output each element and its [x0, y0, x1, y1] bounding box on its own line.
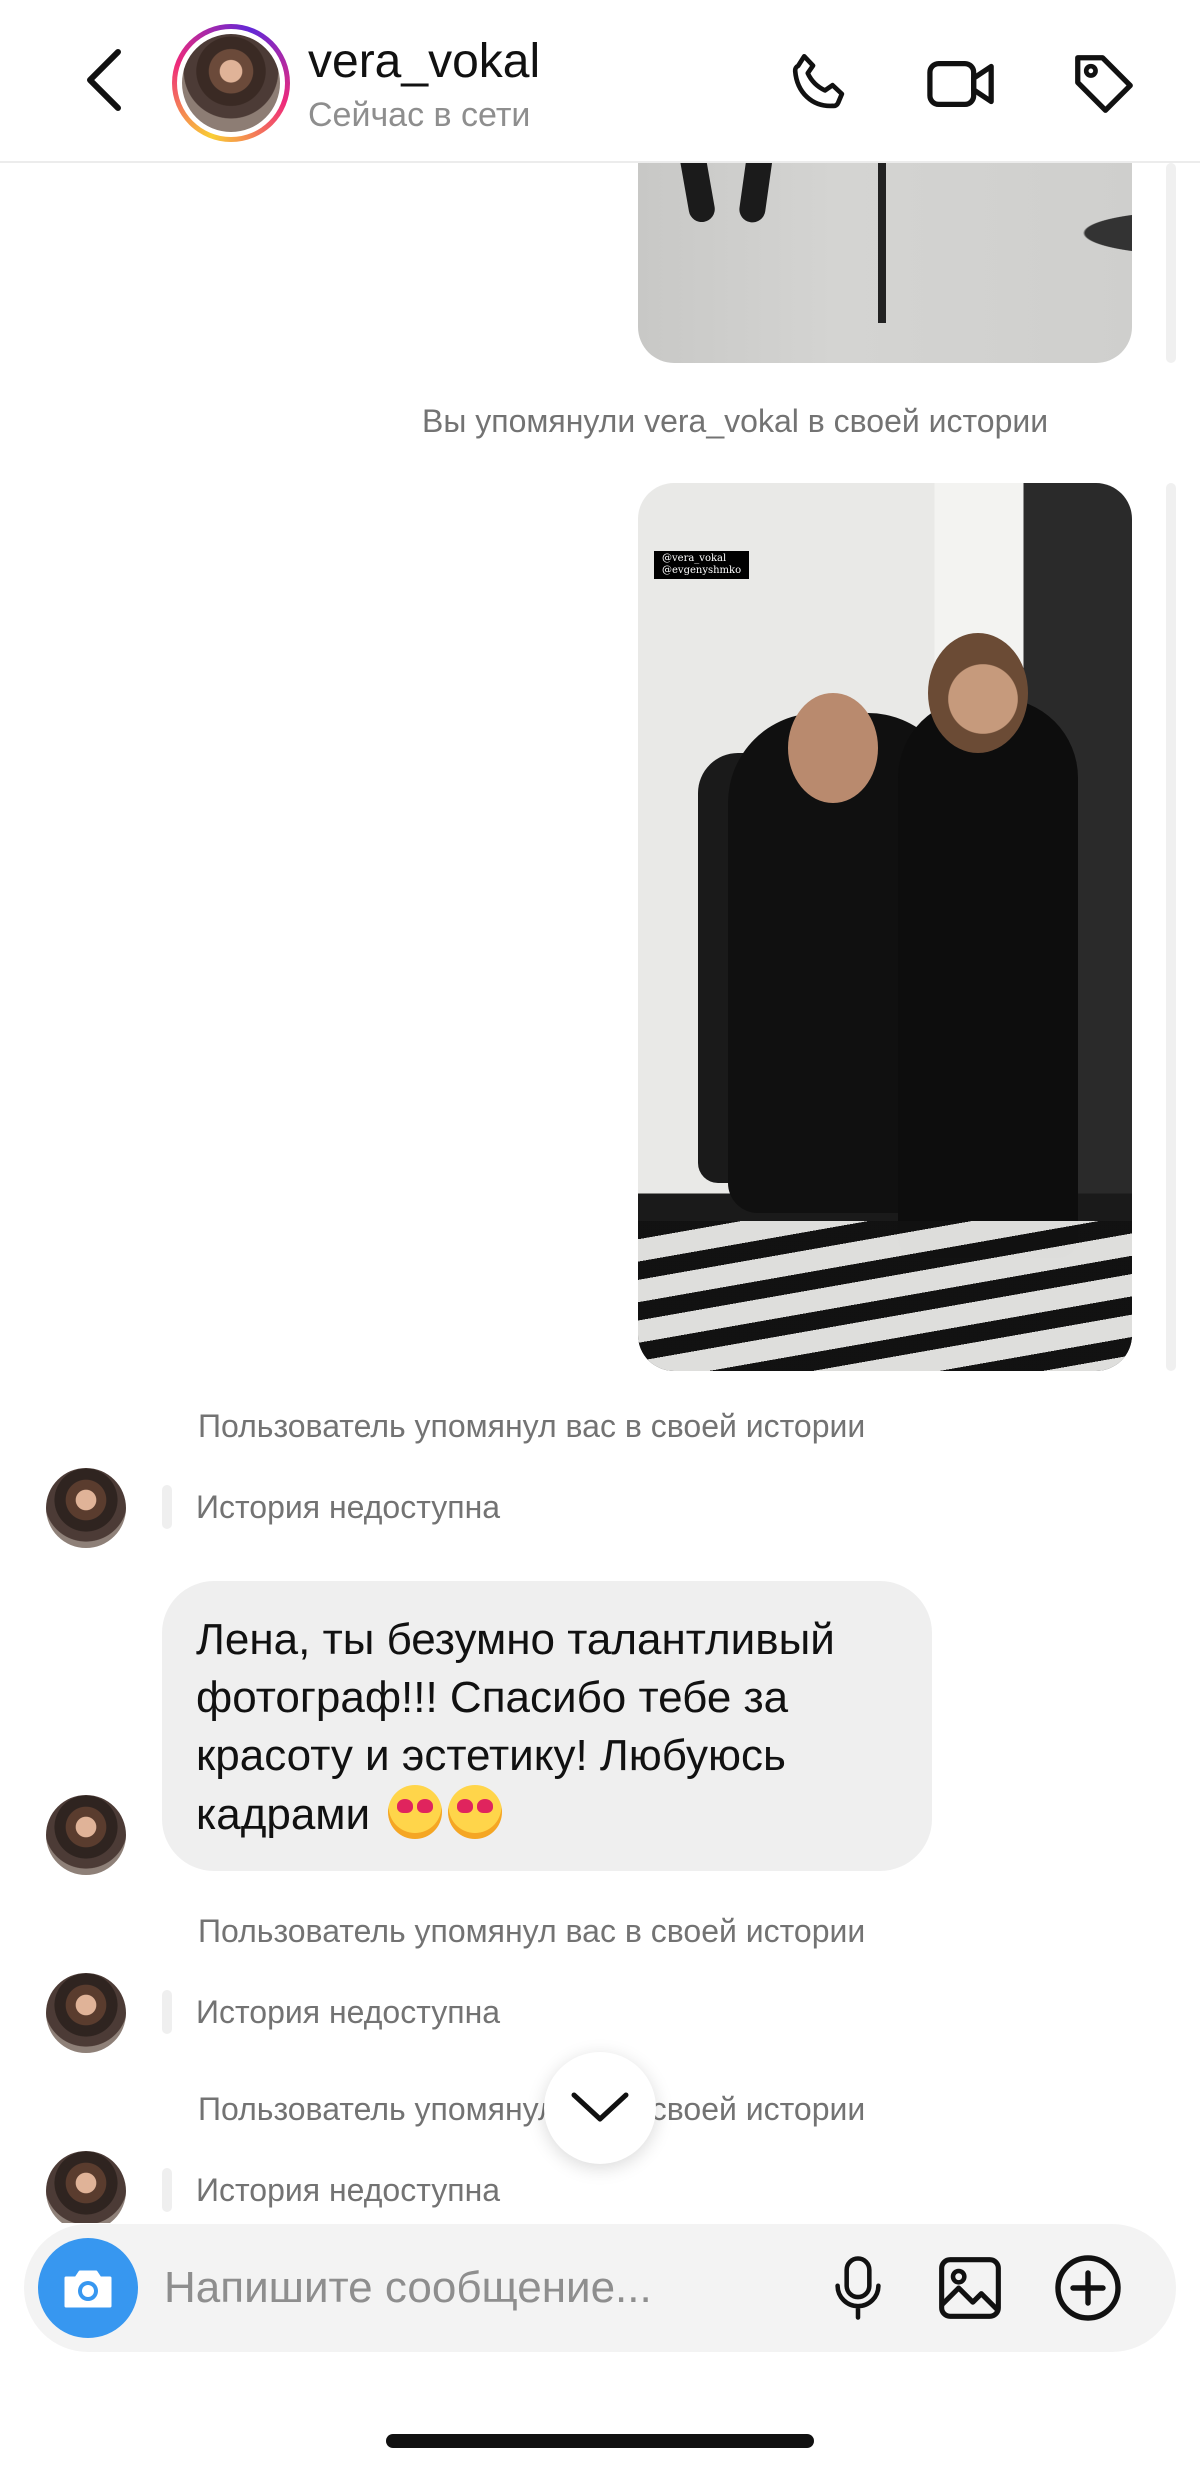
story-scroll-indicator: [1166, 163, 1176, 363]
phone-icon: [792, 53, 845, 109]
back-icon: [87, 49, 121, 111]
video-call-button[interactable]: [922, 44, 1002, 124]
mention-note: Пользователь упомянул вас в своей истори…: [198, 1408, 866, 1444]
avatar[interactable]: [46, 1468, 126, 1548]
message-bubble[interactable]: Лена, ты безумно талантливый фотограф!!!…: [162, 1581, 932, 1871]
camera-icon: [64, 2270, 112, 2308]
story-unavailable: История недоступна: [162, 1485, 500, 1529]
shared-story-image[interactable]: [638, 163, 1132, 363]
gallery-button[interactable]: [930, 2248, 1010, 2328]
story-unavailable: История недоступна: [162, 2168, 500, 2212]
tag-icon: [1075, 55, 1133, 113]
home-indicator[interactable]: [386, 2434, 814, 2448]
message-text: Лена, ты безумно талантливый фотограф!!!…: [196, 1615, 835, 1839]
story-unavailable: История недоступна: [162, 1990, 500, 2034]
mention-note: Пользователь упомянул вас в своей истори…: [198, 2091, 866, 2127]
avatar[interactable]: [46, 1973, 126, 2053]
story-mention-tag: @vera_vokal @evgenyshmko: [654, 551, 750, 579]
mention-note: Вы упомянули vera_vokal в своей истории: [422, 403, 1049, 439]
avatar[interactable]: [46, 1795, 126, 1875]
chat-header: vera_vokal Сейчас в сети: [0, 0, 1200, 163]
mention-note: Пользователь упомянул вас в своей истори…: [198, 1913, 866, 1949]
scroll-to-bottom-button[interactable]: [544, 2052, 656, 2164]
voice-message-button[interactable]: [818, 2248, 898, 2328]
plus-icon: [1055, 2255, 1121, 2321]
message-input[interactable]: [164, 2254, 804, 2322]
header-avatar[interactable]: [172, 24, 290, 142]
online-status: Сейчас в сети: [308, 96, 531, 134]
gallery-icon: [939, 2257, 1001, 2319]
chat-username[interactable]: vera_vokal: [308, 34, 540, 89]
message-composer: [24, 2224, 1176, 2352]
tag-button[interactable]: [1064, 44, 1144, 124]
video-icon: [927, 60, 994, 108]
message-thread[interactable]: Вы упомянули vera_vokal в своей истории …: [0, 163, 1200, 2223]
heart-eyes-emoji-icon: [448, 1785, 503, 1839]
story-scroll-indicator: [1166, 483, 1176, 1371]
chevron-down-icon: [571, 2092, 629, 2122]
heart-eyes-emoji-icon: [388, 1785, 443, 1839]
back-button[interactable]: [72, 44, 136, 116]
microphone-icon: [835, 2256, 881, 2320]
camera-button[interactable]: [38, 2238, 138, 2338]
avatar[interactable]: [46, 2151, 126, 2223]
more-options-button[interactable]: [1048, 2248, 1128, 2328]
audio-call-button[interactable]: [780, 44, 860, 124]
shared-story-image[interactable]: @vera_vokal @evgenyshmko: [638, 483, 1132, 1371]
